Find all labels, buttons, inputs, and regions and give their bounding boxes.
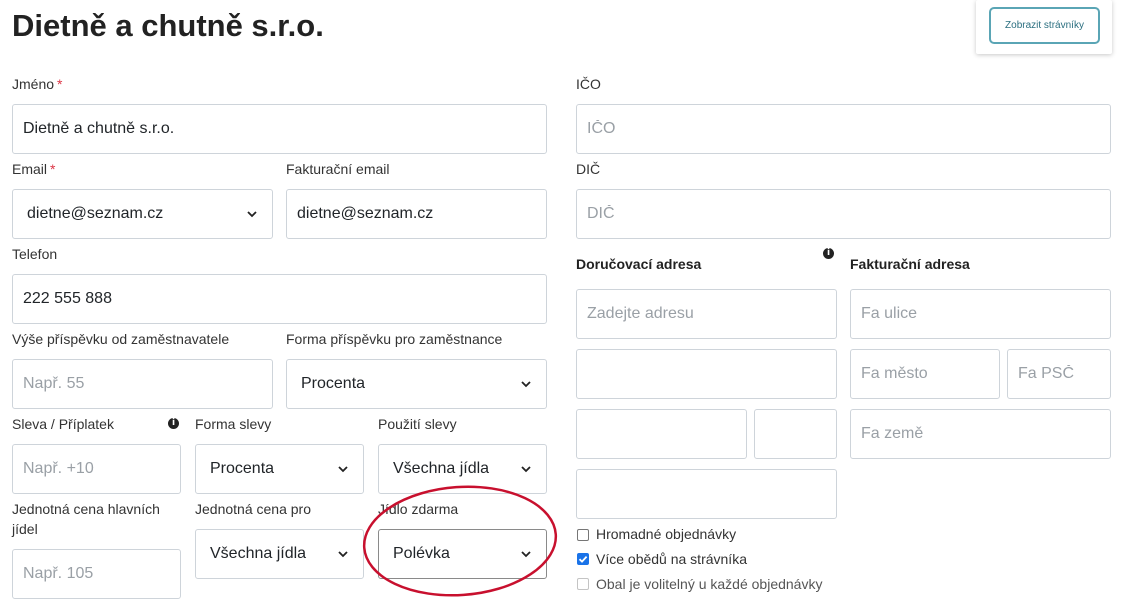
- optional-packaging-label: Obal je volitelný u každé objednávky: [596, 576, 823, 592]
- dic-label: DIČ: [576, 161, 601, 177]
- chevron-down-icon: [521, 466, 531, 473]
- bulk-orders-label: Hromadné objednávky: [596, 526, 737, 542]
- employer-contribution-label: Výše příspěvku od zaměstnavatele: [12, 331, 230, 347]
- unit-price-for-value: Všechna jídla: [210, 545, 307, 562]
- billing-zip-input[interactable]: [1007, 349, 1111, 399]
- page-title: Dietně a chutně s.r.o.: [12, 8, 324, 43]
- required-mark: *: [50, 161, 56, 177]
- discount-form-value: Procenta: [210, 460, 275, 477]
- delivery-address-input[interactable]: [576, 289, 837, 339]
- ico-input[interactable]: [576, 104, 1111, 154]
- bulk-orders-checkbox[interactable]: [577, 529, 589, 541]
- chevron-down-icon: [521, 551, 531, 558]
- email-select-value: dietne@seznam.cz: [27, 205, 164, 222]
- discount-usage-value: Všechna jídla: [393, 460, 490, 477]
- discount-label: Sleva / Příplatek: [12, 416, 114, 432]
- multiple-lunches-label: Více obědů na strávníka: [596, 551, 747, 567]
- free-meal-label: Jídlo zdarma: [378, 501, 459, 517]
- chevron-down-icon: [338, 466, 348, 473]
- checkmark-icon: [578, 555, 588, 563]
- delivery-street-input[interactable]: [576, 349, 837, 399]
- ico-label: IČO: [576, 76, 601, 92]
- free-meal-value: Polévka: [393, 545, 450, 562]
- billing-address-heading: Fakturační adresa: [850, 256, 970, 272]
- unit-price-for-label: Jednotná cena pro: [195, 501, 311, 517]
- free-meal-select[interactable]: Polévka: [378, 529, 547, 579]
- billing-city-input[interactable]: [850, 349, 1000, 399]
- discount-usage-select[interactable]: Všechna jídla: [378, 444, 547, 494]
- employer-contribution-input[interactable]: [12, 359, 273, 409]
- multiple-lunches-checkbox[interactable]: [577, 553, 589, 565]
- optional-packaging-checkbox[interactable]: [577, 578, 589, 590]
- info-icon: i: [168, 418, 179, 429]
- contribution-form-select[interactable]: Procenta: [286, 359, 547, 409]
- phone-input[interactable]: [12, 274, 547, 324]
- discount-form-label: Forma slevy: [195, 416, 272, 432]
- chevron-down-icon: [521, 381, 531, 388]
- delivery-address-heading: Doručovací adresa: [576, 256, 702, 272]
- chevron-down-icon: [247, 211, 257, 218]
- billing-email-label: Fakturační email: [286, 161, 390, 177]
- name-label: Jméno *: [12, 76, 63, 92]
- contribution-form-label: Forma příspěvku pro zaměstnance: [286, 331, 503, 347]
- phone-label: Telefon: [12, 246, 58, 262]
- required-mark: *: [57, 76, 63, 92]
- email-label: Email *: [12, 161, 56, 177]
- dic-input[interactable]: [576, 189, 1111, 239]
- unit-price-for-select[interactable]: Všechna jídla: [195, 529, 364, 579]
- billing-email-input[interactable]: [286, 189, 547, 239]
- delivery-city-input[interactable]: [576, 409, 747, 459]
- billing-street-input[interactable]: [850, 289, 1111, 339]
- chevron-down-icon: [338, 551, 348, 558]
- discount-input[interactable]: [12, 444, 181, 494]
- view-diners-button[interactable]: Zobrazit strávníky: [989, 7, 1100, 44]
- info-icon: i: [823, 248, 834, 259]
- contribution-form-value: Procenta: [301, 375, 366, 392]
- discount-usage-label: Použití slevy: [378, 416, 457, 432]
- delivery-zip-input[interactable]: [754, 409, 837, 459]
- unit-price-main-input[interactable]: [12, 549, 181, 599]
- delivery-country-input[interactable]: [576, 469, 837, 519]
- billing-country-input[interactable]: [850, 409, 1111, 459]
- discount-form-select[interactable]: Procenta: [195, 444, 364, 494]
- unit-price-main-label: Jednotná cena hlavních jídel: [12, 501, 160, 537]
- name-input[interactable]: [12, 104, 547, 154]
- email-select[interactable]: dietne@seznam.cz: [12, 189, 273, 239]
